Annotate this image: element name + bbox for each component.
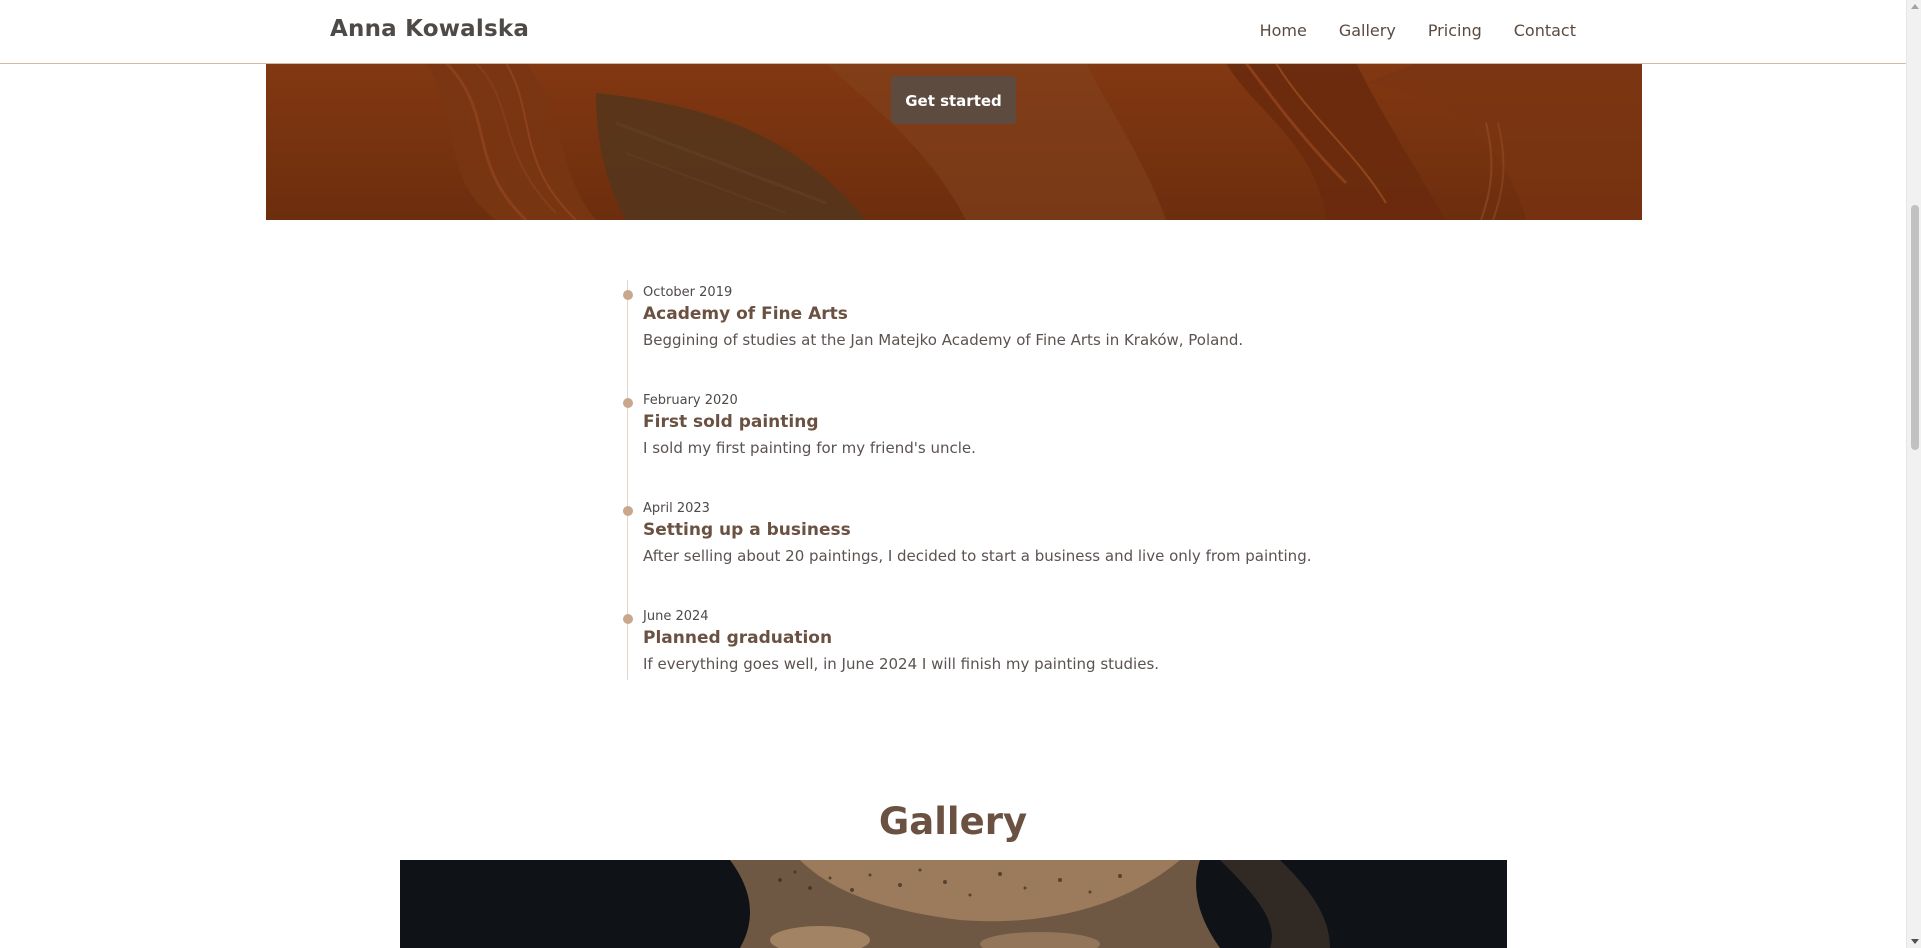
- timeline-dot: [623, 398, 633, 408]
- gallery-heading: Gallery: [878, 800, 1028, 843]
- gallery-image[interactable]: [400, 860, 1507, 948]
- timeline-title: First sold painting: [643, 412, 819, 432]
- nav-link-contact[interactable]: Contact: [1514, 21, 1576, 40]
- brand-logo[interactable]: Anna Kowalska: [330, 16, 529, 42]
- timeline-title: Setting up a business: [643, 520, 851, 540]
- timeline-title: Planned graduation: [643, 628, 833, 648]
- timeline-date: June 2024: [643, 609, 709, 624]
- timeline-title: Academy of Fine Arts: [643, 304, 848, 324]
- timeline-date: February 2020: [643, 393, 738, 408]
- scroll-thumb[interactable]: [1911, 205, 1919, 450]
- navbar: Anna Kowalska Home Gallery Pricing Conta…: [0, 0, 1906, 64]
- page: Anna Kowalska Home Gallery Pricing Conta…: [0, 0, 1906, 948]
- nav-links: Home Gallery Pricing Contact: [1260, 21, 1576, 40]
- hero-banner: Get started: [266, 63, 1642, 220]
- scroll-down-arrow-icon[interactable]: [1911, 939, 1919, 944]
- timeline-dot: [623, 290, 633, 300]
- timeline-text: I sold my first painting for my friend's…: [643, 439, 976, 457]
- timeline-date: October 2019: [643, 285, 733, 300]
- timeline-text: Beggining of studies at the Jan Matejko …: [643, 331, 1244, 349]
- nav-link-pricing[interactable]: Pricing: [1428, 21, 1482, 40]
- scroll-up-arrow-icon[interactable]: [1911, 4, 1919, 9]
- nav-link-home[interactable]: Home: [1260, 21, 1307, 40]
- page-scrollbar[interactable]: [1906, 0, 1921, 948]
- timeline-text: If everything goes well, in June 2024 I …: [643, 655, 1160, 673]
- timeline-text: After selling about 20 paintings, I deci…: [643, 547, 1312, 565]
- timeline-dot: [623, 506, 633, 516]
- nav-link-gallery[interactable]: Gallery: [1339, 21, 1396, 40]
- timeline-date: April 2023: [643, 501, 710, 516]
- timeline-dot: [623, 614, 633, 624]
- gallery-photo: [400, 860, 1507, 948]
- get-started-button[interactable]: Get started: [891, 76, 1016, 124]
